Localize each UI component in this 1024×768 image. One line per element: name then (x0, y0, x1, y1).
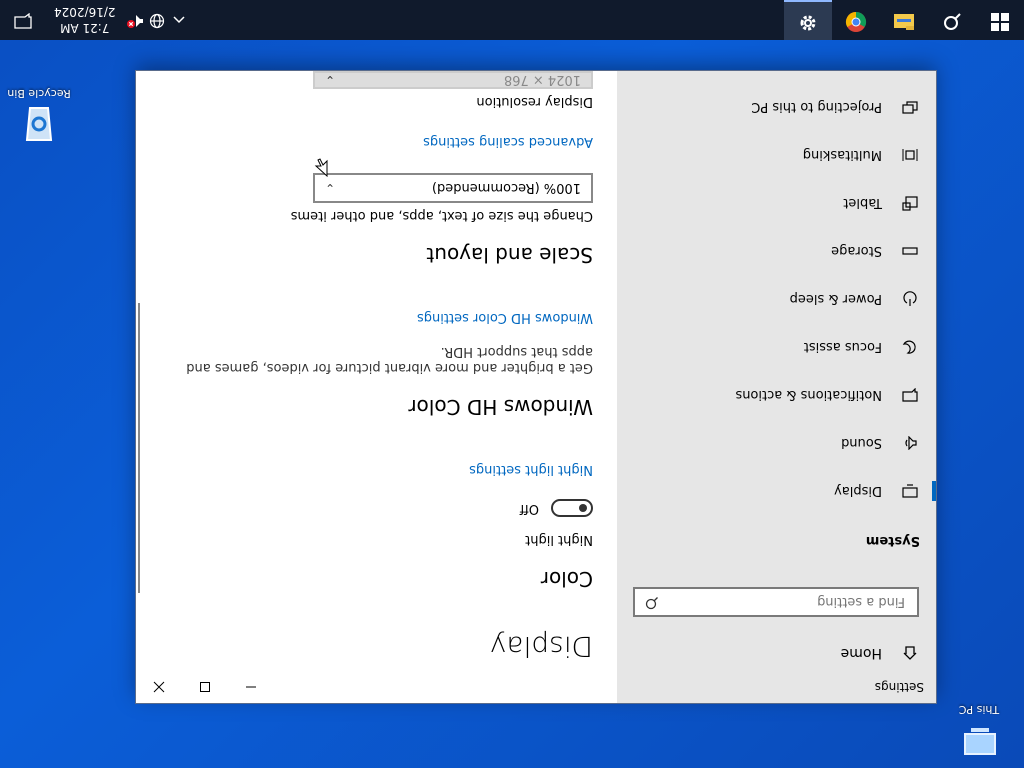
find-setting-search[interactable] (633, 587, 919, 617)
chevron-down-icon: ⌄ (325, 181, 336, 195)
search-input[interactable] (659, 593, 907, 611)
resolution-dropdown-value: 1024 × 768 (503, 72, 581, 87)
storage-icon (900, 241, 920, 261)
resolution-dropdown[interactable]: 1024 × 768 ⌄ (313, 71, 593, 89)
tray-overflow-button[interactable] (168, 0, 190, 40)
scale-dropdown-value: 100% (Recommended) (431, 180, 581, 196)
system-tray: 7:21 AM 2/16/2024 (0, 0, 190, 40)
settings-window: Settings Home Find a setting System Disp… (136, 71, 936, 703)
speaker-icon (900, 433, 920, 453)
globe-icon (149, 11, 165, 30)
sidebar-item-label: Power & sleep (789, 291, 882, 307)
start-button[interactable] (976, 0, 1024, 40)
nav-home[interactable]: Home (841, 643, 920, 663)
scale-dropdown[interactable]: 100% (Recommended) ⌄ (313, 173, 593, 203)
color-heading: Color (540, 567, 593, 591)
sidebar-item-tablet[interactable]: Tablet (617, 183, 936, 223)
file-explorer-button[interactable] (880, 0, 928, 40)
this-pc-label: This PC (958, 703, 1000, 716)
sidebar-item-focus-assist[interactable]: Focus assist (617, 327, 936, 367)
moon-icon (900, 337, 920, 357)
hd-color-settings-link[interactable]: Windows HD Color settings (417, 310, 593, 325)
mouse-cursor-icon (314, 153, 328, 178)
search-icon (942, 8, 962, 32)
chevron-up-icon (173, 13, 185, 27)
clock-date: 2/16/2024 (54, 5, 116, 19)
hd-color-heading: Windows HD Color (408, 395, 593, 419)
sidebar-item-label: Display (834, 483, 882, 499)
nav-home-label: Home (840, 645, 882, 661)
scale-label: Change the size of text, apps, and other… (290, 208, 593, 223)
taskbar-clock[interactable]: 7:21 AM 2/16/2024 (46, 4, 124, 36)
tablet-icon (900, 193, 920, 213)
page-title: Display (489, 630, 593, 663)
power-icon (900, 289, 920, 309)
sidebar-item-label: Projecting to this PC (751, 99, 882, 115)
this-pc-desktop-icon[interactable]: This PC (944, 703, 1014, 760)
recycle-bin-desktop-icon[interactable]: Recycle Bin (4, 87, 74, 148)
minimize-button[interactable] (228, 671, 274, 703)
minimize-icon (245, 678, 257, 697)
action-center-button[interactable] (0, 0, 46, 40)
computer-icon (959, 720, 999, 760)
close-icon (153, 678, 165, 697)
search-taskbar-button[interactable] (928, 0, 976, 40)
search-icon[interactable] (645, 593, 659, 612)
close-button[interactable] (136, 671, 182, 703)
chevron-down-icon: ⌄ (325, 73, 336, 87)
sidebar-item-label: Focus assist (803, 339, 882, 355)
multitasking-icon (900, 145, 920, 165)
recycle-bin-icon (19, 104, 59, 148)
sidebar-item-display[interactable]: Display (617, 471, 936, 511)
title-bar[interactable]: Settings (136, 671, 936, 703)
sidebar-item-label: Sound (841, 435, 882, 451)
sidebar-item-sound[interactable]: Sound (617, 423, 936, 463)
windows-logo-icon (991, 9, 1009, 31)
notification-icon (14, 11, 32, 30)
hd-color-description: Get a brighter and more vibrant picture … (186, 344, 593, 375)
window-title: Settings (874, 680, 924, 694)
resolution-label: Display resolution (476, 94, 593, 109)
notifications-icon (900, 385, 920, 405)
scale-layout-heading: Scale and layout (426, 243, 593, 267)
content-scrollbar[interactable] (138, 303, 140, 593)
recycle-bin-label: Recycle Bin (7, 87, 71, 100)
sidebar-item-label: Notifications & actions (735, 387, 882, 403)
sidebar-item-storage[interactable]: Storage (617, 231, 936, 271)
clock-time: 7:21 AM (60, 21, 110, 35)
home-icon (900, 643, 920, 663)
sidebar-item-label: Tablet (843, 195, 882, 211)
maximize-icon (199, 678, 211, 697)
projecting-icon (900, 97, 920, 117)
night-light-toggle[interactable] (551, 499, 593, 517)
advanced-scaling-link[interactable]: Advanced scaling settings (423, 134, 593, 149)
display-icon (900, 481, 920, 501)
night-light-label: Night light (525, 532, 593, 547)
sidebar-item-label: Storage (831, 243, 882, 259)
network-button[interactable] (146, 0, 168, 40)
sidebar-item-power-sleep[interactable]: Power & sleep (617, 279, 936, 319)
taskbar: 7:21 AM 2/16/2024 (0, 0, 1024, 40)
nav-section-system: System (865, 533, 920, 548)
toggle-knob (579, 504, 587, 512)
sidebar-item-notifications[interactable]: Notifications & actions (617, 375, 936, 415)
chrome-icon (845, 7, 867, 33)
chrome-button[interactable] (832, 0, 880, 40)
night-light-settings-link[interactable]: Night light settings (469, 462, 593, 477)
sidebar-item-multitasking[interactable]: Multitasking (617, 135, 936, 175)
maximize-button[interactable] (182, 671, 228, 703)
volume-button[interactable] (124, 0, 146, 40)
gear-icon (798, 9, 818, 33)
night-light-state: Off (519, 501, 539, 516)
sidebar-item-projecting[interactable]: Projecting to this PC (617, 87, 936, 127)
speaker-muted-icon (126, 11, 144, 30)
settings-taskbar-button[interactable] (784, 0, 832, 40)
sidebar-item-label: Multitasking (802, 147, 882, 163)
folder-icon (893, 9, 915, 31)
